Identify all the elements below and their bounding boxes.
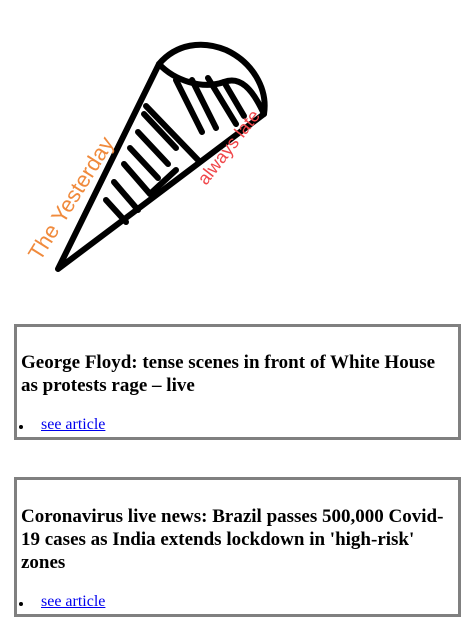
list-item: see article [17,592,458,614]
brand-tagline: always late [193,106,264,188]
article-card: George Floyd: tense scenes in front of W… [14,324,461,440]
article-title: George Floyd: tense scenes in front of W… [21,352,436,396]
site-logo: The Yesterday always late [26,36,308,280]
see-article-link[interactable]: see article [41,593,105,611]
article-title: Coronavirus live news: Brazil passes 500… [21,506,444,573]
see-article-link[interactable]: see article [41,416,105,434]
bullet-icon [19,602,23,606]
list-item: see article [17,415,458,437]
bullet-icon [19,425,23,429]
article-link-list: see article [17,415,458,437]
article-card: Coronavirus live news: Brazil passes 500… [14,477,461,617]
article-link-list: see article [17,592,458,614]
rolled-newspaper-icon: The Yesterday always late [26,41,268,272]
